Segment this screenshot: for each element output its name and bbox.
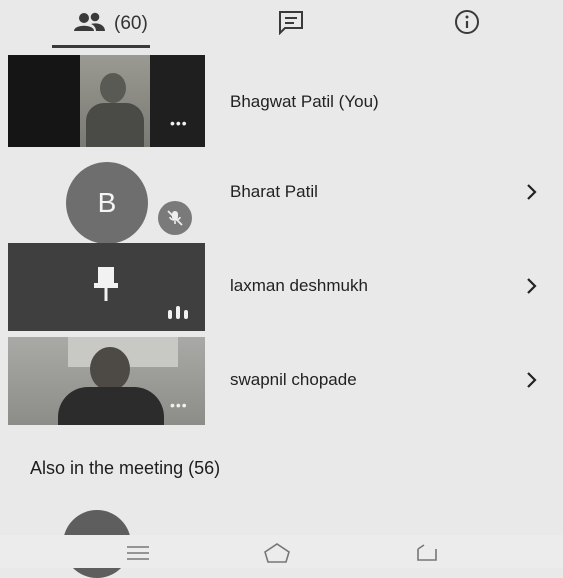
participant-count: (60) — [114, 13, 148, 34]
participant-row[interactable]: ••• Bhagwat Patil (You) — [0, 55, 563, 147]
chevron-right-icon[interactable] — [520, 369, 542, 391]
info-icon — [453, 8, 481, 41]
home-icon[interactable] — [262, 541, 292, 565]
menu-icon[interactable] — [123, 541, 153, 565]
more-options-icon[interactable]: ••• — [170, 397, 188, 413]
chat-icon — [277, 9, 305, 40]
person-body — [86, 103, 144, 147]
back-icon[interactable] — [412, 541, 442, 565]
participant-video-tile: ••• — [8, 337, 205, 425]
participant-tabs: (60) — [0, 0, 563, 48]
person-head — [100, 73, 126, 103]
pin-icon — [92, 265, 120, 308]
avatar: B — [66, 162, 148, 244]
system-nav-bar — [0, 535, 563, 568]
more-options-icon[interactable]: ••• — [170, 115, 188, 131]
participant-name: Bharat Patil — [230, 182, 318, 201]
participant-row[interactable]: laxman deshmukh — [0, 243, 563, 331]
participant-row[interactable]: ••• swapnil chopade — [0, 337, 563, 425]
person-body — [58, 387, 164, 425]
audio-level-icon — [166, 305, 190, 326]
participant-name: Bhagwat Patil (You) — [230, 92, 379, 111]
participant-name: swapnil chopade — [230, 370, 357, 389]
chevron-right-icon[interactable] — [520, 275, 542, 297]
tab-people[interactable]: (60) — [72, 6, 148, 42]
video-side-panel — [150, 55, 205, 147]
participant-tile — [8, 243, 205, 331]
people-icon — [72, 11, 106, 38]
person-head — [90, 347, 130, 391]
video-feed — [80, 55, 150, 147]
tab-chat[interactable] — [277, 6, 305, 42]
tab-info[interactable] — [453, 6, 481, 42]
mic-off-icon — [158, 201, 192, 235]
chevron-right-icon[interactable] — [520, 181, 542, 203]
participant-name: laxman deshmukh — [230, 276, 368, 295]
also-in-meeting-heading: Also in the meeting (56) — [30, 458, 221, 478]
participant-video-tile: ••• — [8, 55, 205, 147]
active-tab-indicator — [52, 45, 150, 48]
